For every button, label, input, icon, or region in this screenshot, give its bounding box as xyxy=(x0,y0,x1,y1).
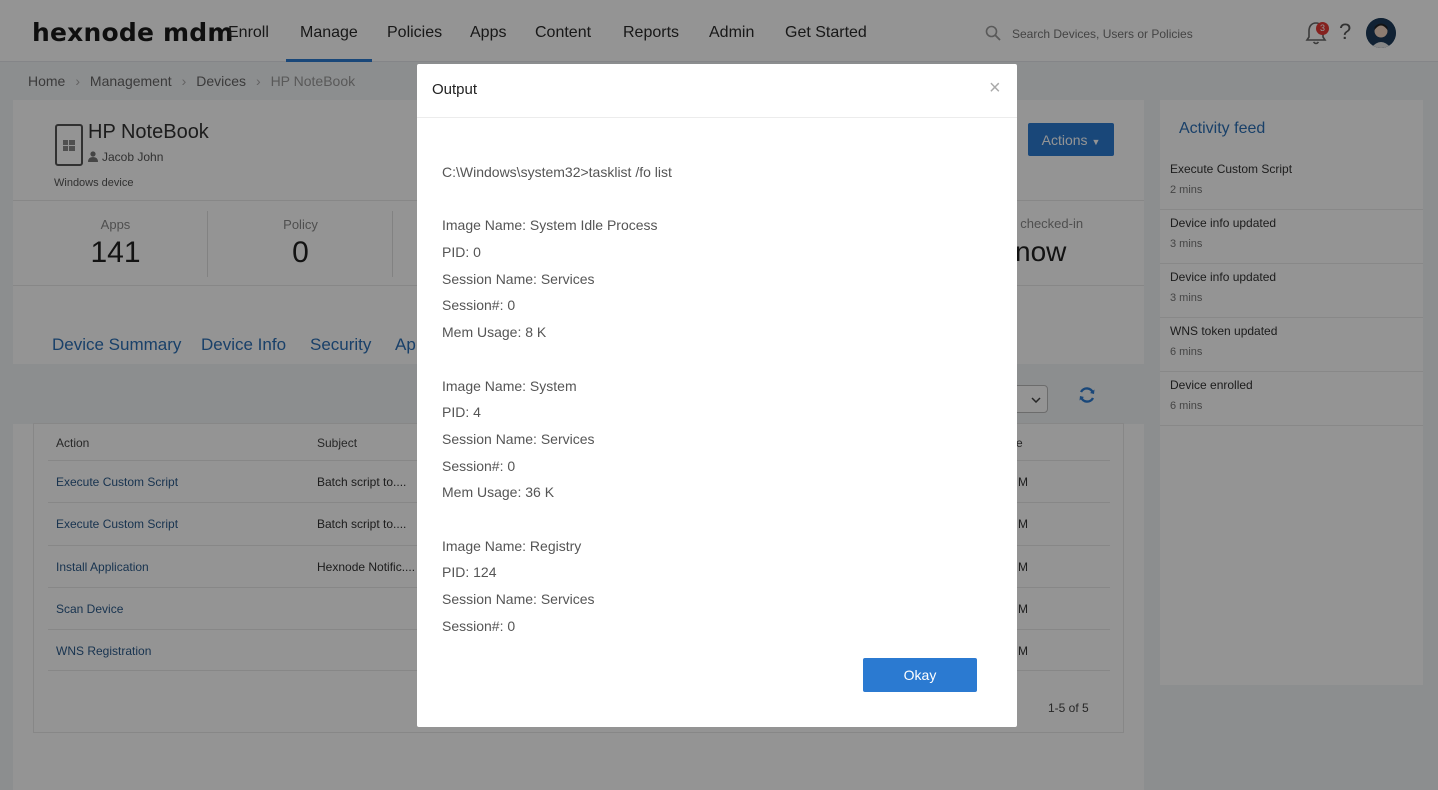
output-line: Image Name: Registry xyxy=(442,537,582,554)
output-line: PID: 4 xyxy=(442,404,481,421)
okay-button[interactable]: Okay xyxy=(863,658,977,692)
output-line: Mem Usage: 36 K xyxy=(442,484,555,501)
output-modal: Output × C:\Windows\system32>tasklist /f… xyxy=(417,64,1017,727)
output-line: PID: 124 xyxy=(442,564,497,581)
output-line: Image Name: System Idle Process xyxy=(442,217,658,234)
output-line: Session Name: Services xyxy=(442,270,595,287)
output-line: Session#: 0 xyxy=(442,297,516,314)
output-line: Session Name: Services xyxy=(442,591,595,607)
modal-title: Output xyxy=(432,81,478,98)
close-icon[interactable]: × xyxy=(989,78,1001,98)
modal-header: Output × xyxy=(417,64,1017,118)
output-line: Session Name: Services xyxy=(442,430,595,447)
output-line: Mem Usage: 8 K xyxy=(442,324,547,341)
output-line: Session#: 0 xyxy=(442,617,516,634)
output-line: PID: 0 xyxy=(442,244,481,261)
output-line: C:\Windows\system32>tasklist /fo list xyxy=(442,164,672,180)
script-output[interactable]: C:\Windows\system32>tasklist /fo list Im… xyxy=(442,164,997,644)
output-line: Image Name: System xyxy=(442,377,577,394)
output-line: Session#: 0 xyxy=(442,457,516,474)
